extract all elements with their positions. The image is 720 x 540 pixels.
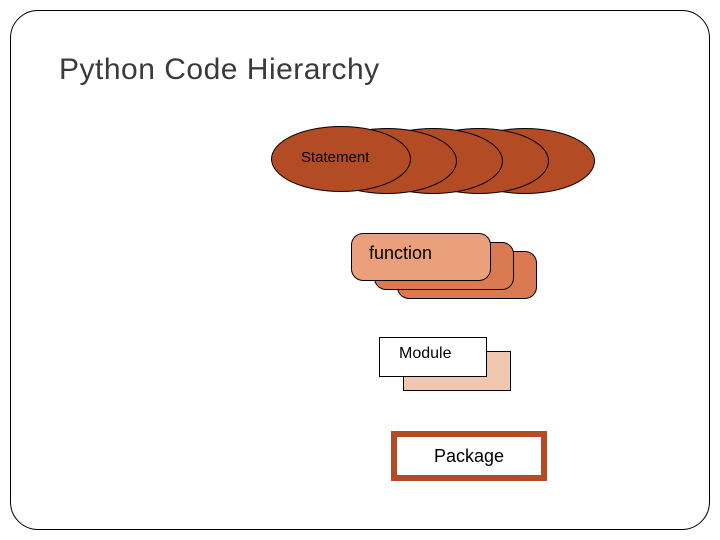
module-label: Module (399, 345, 451, 363)
statement-label: Statement (301, 149, 369, 166)
package-box: Package (391, 431, 547, 481)
slide-frame: Python Code Hierarchy Statement function… (10, 10, 710, 530)
slide-title: Python Code Hierarchy (59, 53, 380, 87)
package-label: Package (434, 446, 504, 467)
function-label: function (369, 243, 432, 264)
